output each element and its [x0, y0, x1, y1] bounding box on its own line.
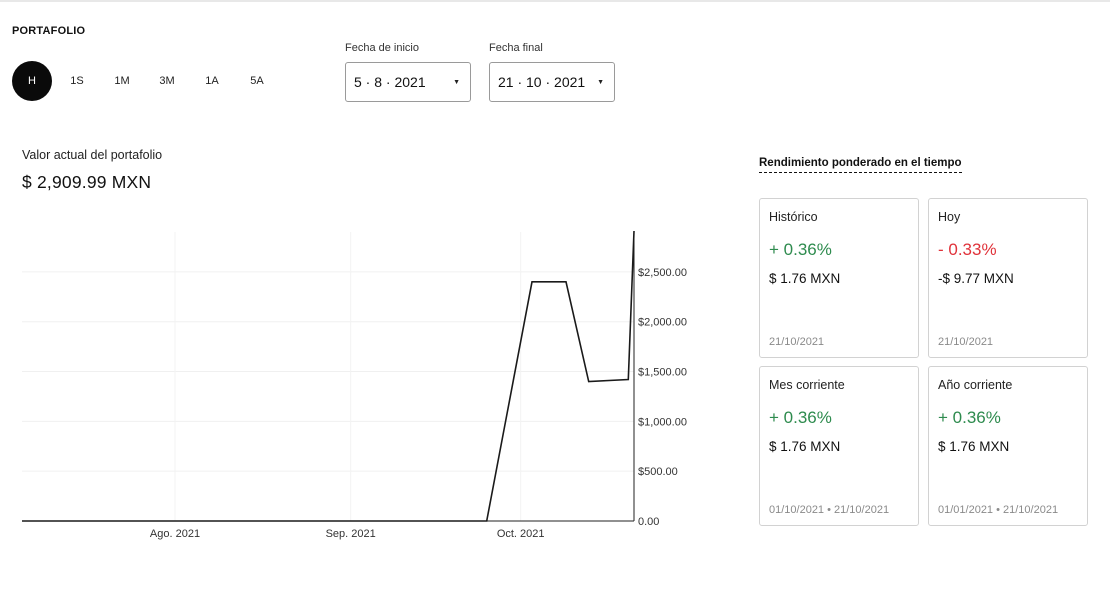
y-tick-label: $1,000.00 — [638, 416, 687, 428]
card-date: 01/01/2021 • 21/10/2021 — [938, 504, 1059, 516]
portfolio-value-amount: $ 2,909.99 MXN — [22, 172, 152, 192]
performance-title[interactable]: Rendimiento ponderado en el tiempo — [759, 157, 962, 173]
card-date: 21/10/2021 — [938, 336, 994, 348]
start-date-label: Fecha de inicio — [345, 42, 419, 54]
card-percentage: + 0.36% — [938, 408, 1001, 427]
caret-down-icon: ▼ — [453, 78, 460, 86]
performance-card-ano-corriente: Año corriente + 0.36% $ 1.76 MXN 01/01/2… — [928, 366, 1088, 526]
y-tick-label: $2,000.00 — [638, 317, 687, 329]
y-tick-label: $500.00 — [638, 466, 678, 478]
card-label: Mes corriente — [769, 378, 845, 392]
range-button-1a[interactable]: 1A — [192, 61, 232, 101]
end-date-label: Fecha final — [489, 42, 543, 54]
range-button-h[interactable]: H — [12, 61, 52, 101]
range-button-5a[interactable]: 5A — [237, 61, 277, 101]
card-amount: $ 1.76 MXN — [769, 439, 841, 454]
performance-card-mes-corriente: Mes corriente + 0.36% $ 1.76 MXN 01/10/2… — [759, 366, 919, 526]
range-button-1s[interactable]: 1S — [57, 61, 97, 101]
start-date-select[interactable]: 5 · 8 · 2021 ▼ — [345, 62, 471, 102]
card-label: Hoy — [938, 210, 961, 224]
y-tick-label: 0.00 — [638, 516, 659, 528]
card-label: Histórico — [769, 210, 818, 224]
x-tick-label: Sep. 2021 — [326, 528, 376, 540]
x-tick-label: Oct. 2021 — [497, 528, 545, 540]
range-button-3m[interactable]: 3M — [147, 61, 187, 101]
start-date-field: Fecha de inicio 5 · 8 · 2021 ▼ — [345, 41, 471, 102]
range-button-1m[interactable]: 1M — [102, 61, 142, 101]
performance-card-hoy: Hoy - 0.33% -$ 9.77 MXN 21/10/2021 — [928, 198, 1088, 358]
time-range-selector: H 1S 1M 3M 1A 5A — [12, 61, 282, 101]
portfolio-value-line — [22, 230, 635, 522]
caret-down-icon: ▼ — [597, 78, 604, 86]
end-date-select[interactable]: 21 · 10 · 2021 ▼ — [489, 62, 615, 102]
top-divider — [0, 0, 1110, 2]
card-percentage: + 0.36% — [769, 408, 832, 427]
card-amount: $ 1.76 MXN — [938, 439, 1010, 454]
card-amount: -$ 9.77 MXN — [938, 271, 1014, 286]
card-date: 01/10/2021 • 21/10/2021 — [769, 504, 890, 516]
card-date: 21/10/2021 — [769, 336, 825, 348]
section-title: PORTAFOLIO — [12, 25, 86, 37]
performance-card-historico: Histórico + 0.36% $ 1.76 MXN 21/10/2021 — [759, 198, 919, 358]
y-tick-label: $1,500.00 — [638, 367, 687, 379]
portfolio-value-label: Valor actual del portafolio — [22, 148, 163, 162]
y-tick-label: $2,500.00 — [638, 267, 687, 279]
end-date-value: 21 · 10 · 2021 — [498, 74, 586, 90]
end-date-field: Fecha final 21 · 10 · 2021 ▼ — [489, 41, 615, 102]
x-tick-label: Ago. 2021 — [150, 528, 200, 540]
portfolio-value-chart: $2,500.00 $2,000.00 $1,500.00 $1,000.00 $500… — [0, 220, 740, 550]
card-percentage: + 0.36% — [769, 240, 832, 259]
start-date-value: 5 · 8 · 2021 — [354, 74, 426, 90]
chart-svg: $2,500.00 $2,000.00 $1,500.00 $1,000.00 $500… — [22, 230, 687, 540]
card-amount: $ 1.76 MXN — [769, 271, 841, 286]
card-label: Año corriente — [938, 378, 1013, 392]
card-percentage: - 0.33% — [938, 240, 997, 259]
